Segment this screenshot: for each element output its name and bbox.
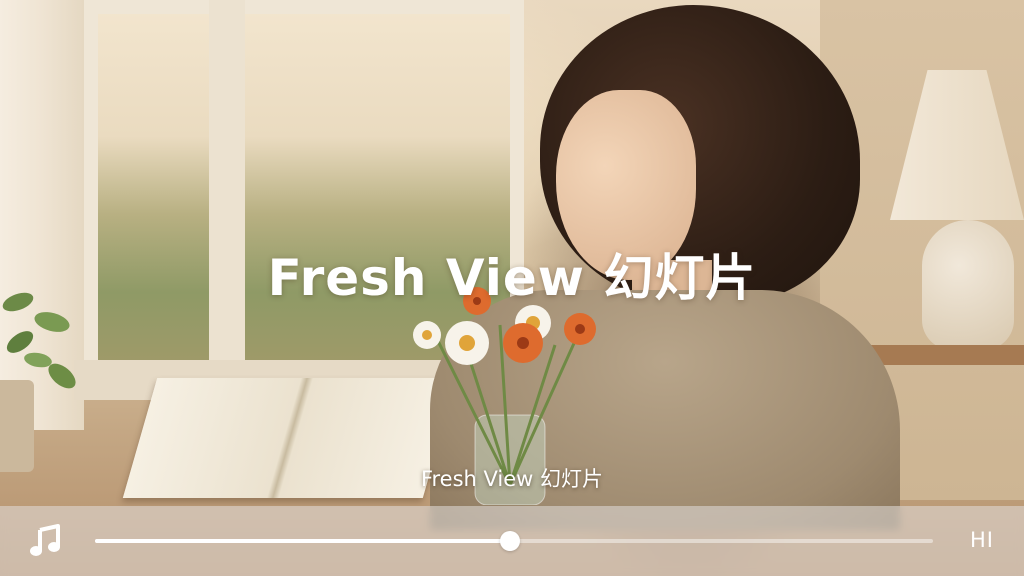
player-bar: HI bbox=[0, 506, 1024, 576]
hi-button[interactable]: HI bbox=[960, 528, 1004, 552]
side-table bbox=[870, 345, 1024, 365]
slide-caption: Fresh View 幻灯片 bbox=[420, 467, 604, 491]
music-note-icon[interactable] bbox=[28, 523, 64, 559]
progress-fill bbox=[95, 539, 510, 543]
window-mullion bbox=[209, 0, 245, 390]
progress-thumb[interactable] bbox=[499, 531, 520, 551]
plant-pot bbox=[0, 380, 34, 472]
slide-title: Fresh View 幻灯片 bbox=[267, 249, 757, 307]
progress-slider[interactable] bbox=[95, 531, 933, 551]
